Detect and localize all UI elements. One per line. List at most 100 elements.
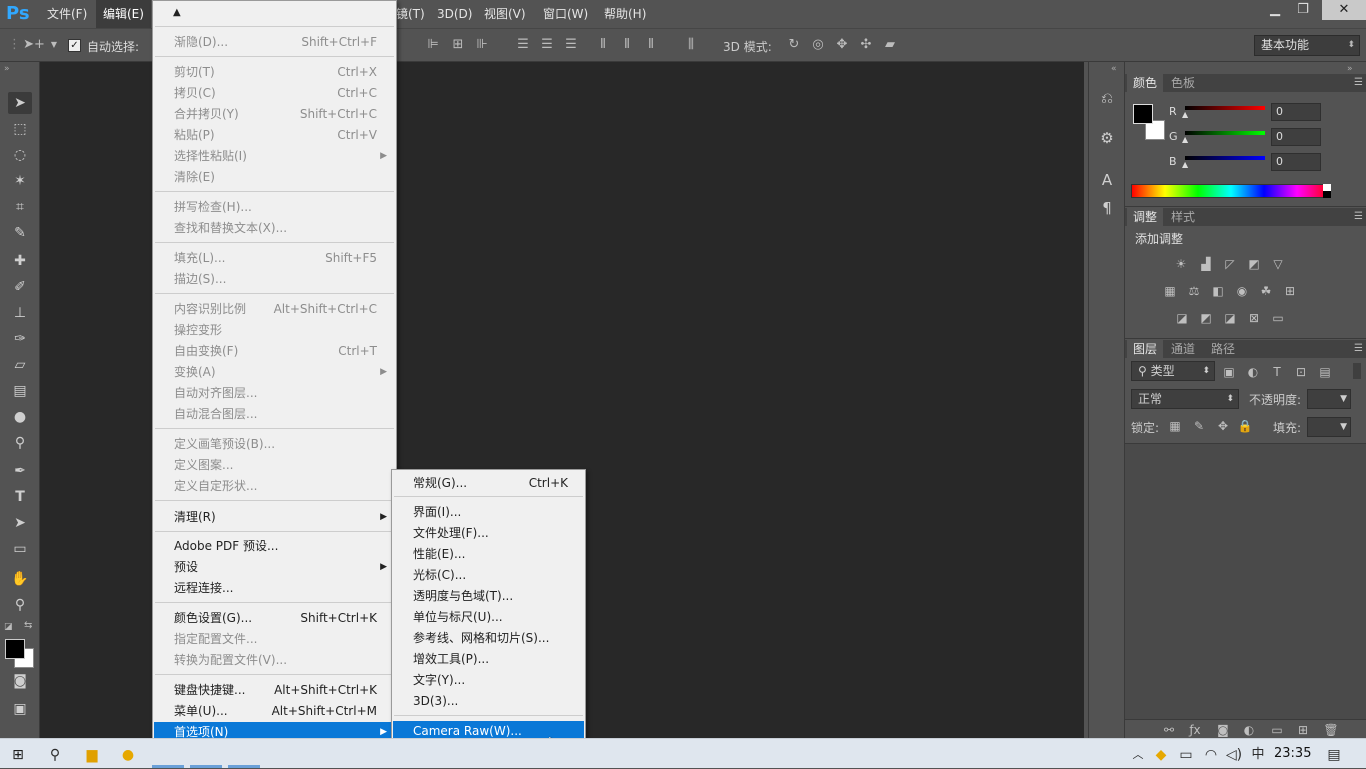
menu-item-paste[interactable]: 粘贴(P) Ctrl+V [154,125,395,146]
file-explorer-icon[interactable]: ▆ [82,745,102,765]
tab-paths[interactable]: 路径 [1205,340,1241,358]
color-spectrum-bar[interactable] [1131,184,1331,198]
foreground-color-swatch[interactable] [5,639,25,659]
tab-layers[interactable]: 图层 [1127,340,1164,358]
eraser-tool-icon[interactable]: ▱ [8,354,32,376]
menu-help[interactable]: 帮助(H) [597,0,653,28]
menu-item-define-pattern[interactable]: 定义图案... [154,455,395,476]
align-hcenter-icon[interactable]: ⊞ [450,37,466,53]
layer-mask-icon[interactable]: ◙ [1215,723,1231,737]
hand-tool-icon[interactable]: ✋ [8,568,32,590]
menu-item-stroke[interactable]: 描边(S)... [154,269,395,290]
panel-menu-icon[interactable]: ☰ [1354,208,1363,226]
pref-item-cursors[interactable]: 光标(C)... [393,565,584,586]
menu-item-transform[interactable]: 变换(A) ▶ [154,362,395,383]
taskbar-clock[interactable]: 23:35 [1274,739,1311,769]
menu-item-auto-align[interactable]: 自动对齐图层... [154,383,395,404]
menu-edit[interactable]: 编辑(E) [96,0,151,28]
white-swatch[interactable] [1323,184,1331,191]
lock-pixels-icon[interactable]: ✎ [1191,419,1207,433]
menu-item-content-aware-scale[interactable]: 内容识别比例 Alt+Shift+Ctrl+C [154,299,395,320]
menu-view[interactable]: 视图(V) [477,0,533,28]
menu-item-spell-check[interactable]: 拼写检查(H)... [154,197,395,218]
magic-wand-tool-icon[interactable]: ✶ [8,170,32,192]
pref-item-performance[interactable]: 性能(E)... [393,544,584,565]
swap-colors-icon[interactable]: ⇆ [24,620,32,631]
levels-icon[interactable]: ▟ [1198,257,1214,271]
shape-tool-icon[interactable]: ▭ [8,538,32,560]
menu-item-define-brush[interactable]: 定义画笔预设(B)... [154,434,395,455]
layers-list[interactable] [1125,443,1366,719]
pref-item-guides-grid[interactable]: 参考线、网格和切片(S)... [393,628,584,649]
curves-icon[interactable]: ◸ [1222,257,1238,271]
fill-input[interactable]: ▼ [1307,417,1351,437]
battery-icon[interactable]: ▭ [1176,745,1196,765]
exposure-icon[interactable]: ◩ [1246,257,1262,271]
wifi-icon[interactable]: ◠ [1201,745,1221,765]
hue-saturation-icon[interactable]: ▦ [1162,284,1178,298]
workspace-select[interactable]: 基本功能 ⬍ [1254,35,1360,56]
volume-icon[interactable]: ◁) [1224,745,1244,765]
menu-item-remote-connections[interactable]: 远程连接... [154,578,395,599]
foreground-color-swatch[interactable] [1133,104,1153,124]
menu-item-fade[interactable]: 渐隐(D)... Shift+Ctrl+F [154,32,395,53]
marquee-tool-icon[interactable]: ⬚ [8,118,32,140]
history-panel-icon[interactable]: ⎌ [1097,88,1117,108]
filter-pixel-icon[interactable]: ▣ [1221,365,1237,379]
menu-item-cut[interactable]: 剪切(T) Ctrl+X [154,62,395,83]
layer-filter-select[interactable]: ⚲ 类型 ⬍ [1131,361,1215,381]
history-brush-tool-icon[interactable]: ✑ [8,328,32,350]
menu-item-fill[interactable]: 填充(L)... Shift+F5 [154,248,395,269]
channel-g-value[interactable]: 0 [1271,128,1321,146]
tray-app-icon[interactable]: ◆ [1151,745,1171,765]
menu-item-assign-profile[interactable]: 指定配置文件... [154,629,395,650]
slider-handle-icon[interactable]: ▲ [1182,135,1188,144]
vibrance-icon[interactable]: ▽ [1270,257,1286,271]
color-lookup-icon[interactable]: ⊞ [1282,284,1298,298]
eyedropper-tool-icon[interactable]: ✎ [8,222,32,244]
crop-tool-icon[interactable]: ⌗ [8,196,32,218]
browser-icon[interactable]: ● [118,745,138,765]
type-tool-icon[interactable]: T [8,486,32,508]
tab-swatches[interactable]: 色板 [1165,74,1201,92]
blur-tool-icon[interactable]: ● [8,406,32,428]
3d-pan-icon[interactable]: ✥ [834,37,850,53]
pref-item-general[interactable]: 常规(G)... Ctrl+K [393,473,584,494]
delete-layer-icon[interactable]: 🗑 [1323,723,1339,737]
default-colors-icon[interactable]: ◪ [4,622,13,632]
distribute-hcenter-icon[interactable]: ⫴ [619,37,635,53]
menu-item-free-transform[interactable]: 自由变换(F) Ctrl+T [154,341,395,362]
menu-scroll-up-icon[interactable]: ▲ [153,3,396,23]
panel-collapse-icon[interactable]: » [4,64,10,74]
healing-brush-tool-icon[interactable]: ✚ [8,250,32,272]
photo-filter-icon[interactable]: ◉ [1234,284,1250,298]
gradient-map-icon[interactable]: ▭ [1270,311,1286,325]
menu-item-auto-blend[interactable]: 自动混合图层... [154,404,395,425]
menu-item-copy-merged[interactable]: 合并拷贝(Y) Shift+Ctrl+C [154,104,395,125]
new-layer-icon[interactable]: ⊞ [1295,723,1311,737]
posterize-icon[interactable]: ◩ [1198,311,1214,325]
lock-position-icon[interactable]: ✥ [1215,419,1231,433]
menu-item-convert-profile[interactable]: 转换为配置文件(V)... [154,650,395,671]
lock-all-icon[interactable]: 🔒 [1237,419,1253,433]
quick-mask-icon[interactable]: ◙ [8,670,32,692]
pref-item-file-handling[interactable]: 文件处理(F)... [393,523,584,544]
channel-r-value[interactable]: 0 [1271,103,1321,121]
path-selection-tool-icon[interactable]: ➤ [8,512,32,534]
link-layers-icon[interactable]: ⚯ [1161,723,1177,737]
lock-transparent-icon[interactable]: ▦ [1167,419,1183,433]
menu-item-copy[interactable]: 拷贝(C) Ctrl+C [154,83,395,104]
search-icon[interactable]: ⚲ [45,745,65,765]
distribute-vcenter-icon[interactable]: ☰ [539,37,555,53]
menu-file[interactable]: 文件(F) [40,0,94,28]
tab-adjustments[interactable]: 调整 [1127,208,1164,226]
3d-slide-icon[interactable]: ✣ [858,37,874,53]
layer-style-icon[interactable]: ƒx [1187,723,1203,737]
menu-item-color-settings[interactable]: 颜色设置(G)... Shift+Ctrl+K [154,608,395,629]
menu-3d[interactable]: 3D(D) [430,0,479,28]
color-balance-icon[interactable]: ⚖ [1186,284,1202,298]
character-panel-icon[interactable]: A [1097,170,1117,190]
3d-roll-icon[interactable]: ◎ [810,37,826,53]
tab-styles[interactable]: 样式 [1165,208,1201,226]
channel-g-slider[interactable] [1185,131,1265,135]
